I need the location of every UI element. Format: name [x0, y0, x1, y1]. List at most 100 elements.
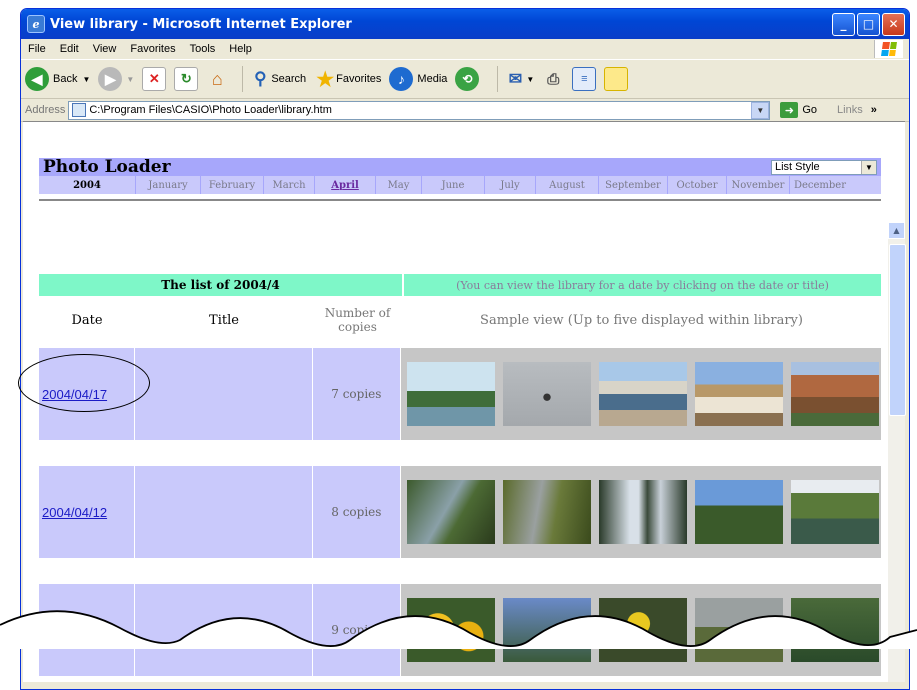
toolbar-separator [497, 66, 499, 92]
minimize-button[interactable]: _ [832, 12, 855, 36]
mail-dropdown-icon[interactable]: ▼ [526, 75, 534, 84]
thumbnail-image[interactable] [695, 480, 783, 544]
thumbnail-image[interactable] [791, 362, 879, 426]
refresh-button[interactable]: ↻ [174, 67, 199, 91]
address-label: Address [25, 104, 66, 116]
month-november[interactable]: November [727, 176, 790, 194]
thumbnail-image[interactable] [503, 480, 591, 544]
history-icon: ⟲ [455, 67, 480, 91]
back-dropdown-icon[interactable]: ▼ [82, 75, 90, 84]
scroll-up-icon[interactable]: ▲ [888, 222, 905, 239]
menu-help[interactable]: Help [222, 43, 259, 55]
list-note: (You can view the library for a date by … [404, 274, 881, 296]
edit-button[interactable]: ≡ [572, 67, 597, 91]
month-april[interactable]: April [315, 176, 376, 194]
media-label: Media [417, 73, 448, 85]
thumbnail-image[interactable] [503, 362, 591, 426]
month-september[interactable]: September [599, 176, 668, 194]
history-button[interactable]: ⟲ [455, 67, 483, 91]
sample-thumbnails [401, 584, 881, 676]
stop-button[interactable]: ✕ [142, 67, 167, 91]
month-october[interactable]: October [668, 176, 727, 194]
chevron-down-icon: ▼ [861, 160, 876, 174]
date-link[interactable]: 2004/04/09 [42, 623, 107, 638]
close-button[interactable]: ✕ [882, 12, 905, 36]
go-button[interactable]: Go [802, 104, 817, 116]
chevron-right-icon[interactable]: » [871, 104, 877, 116]
month-may[interactable]: May [376, 176, 422, 194]
view-style-value: List Style [775, 161, 820, 173]
mail-button[interactable]: ✉ ▼ [504, 68, 535, 90]
month-december[interactable]: December [790, 176, 850, 194]
address-dropdown-icon[interactable]: ▼ [751, 101, 770, 119]
title-cell[interactable] [135, 348, 312, 440]
col-sample: Sample view (Up to five displayed within… [480, 312, 803, 328]
page-icon [72, 103, 87, 117]
links-button[interactable]: Links [837, 104, 863, 116]
home-button[interactable]: ⌂ [206, 68, 228, 90]
date-link[interactable]: 2004/04/12 [42, 505, 107, 520]
column-headers: Date Title Number of copies Sample view … [39, 298, 881, 342]
copies-count: 9 copies [312, 584, 400, 676]
title-cell[interactable] [135, 584, 312, 676]
windows-logo-icon [874, 40, 903, 58]
vertical-scrollbar[interactable]: ▲ [888, 222, 906, 682]
copies-count: 7 copies [312, 348, 400, 440]
forward-button[interactable]: ▶ ▼ [98, 67, 134, 91]
back-label: Back [53, 73, 78, 85]
address-url: C:\Program Files\CASIO\Photo Loader\libr… [89, 104, 332, 116]
thumbnail-image[interactable] [599, 362, 687, 426]
refresh-icon: ↻ [174, 67, 199, 91]
thumbnail-image[interactable] [503, 598, 591, 662]
menu-tools[interactable]: Tools [183, 43, 223, 55]
copies-count: 8 copies [312, 466, 400, 558]
month-february[interactable]: February [201, 176, 264, 194]
header-divider [39, 199, 881, 201]
table-row: 2004/04/12 8 copies [39, 466, 881, 558]
month-nav: 2004 January February March April May Ju… [39, 176, 881, 194]
menu-edit[interactable]: Edit [53, 43, 86, 55]
thumbnail-image[interactable] [407, 362, 495, 426]
thumbnail-image[interactable] [695, 598, 783, 662]
home-icon: ⌂ [211, 68, 223, 89]
toolbar-separator [242, 66, 244, 92]
menu-view[interactable]: View [86, 43, 124, 55]
toolbar: ◀ Back ▼ ▶ ▼ ✕ ↻ ⌂ ⚲ Search ★ Favorites … [21, 60, 909, 99]
date-link[interactable]: 2004/04/17 [42, 387, 107, 402]
media-button[interactable]: ♪ Media [389, 67, 447, 91]
title-cell[interactable] [135, 466, 312, 558]
go-arrow-icon[interactable]: ➜ [780, 102, 799, 118]
menu-favorites[interactable]: Favorites [123, 43, 182, 55]
thumbnail-image[interactable] [599, 480, 687, 544]
month-march[interactable]: March [264, 176, 315, 194]
favorites-label: Favorites [336, 73, 382, 85]
address-input[interactable]: C:\Program Files\CASIO\Photo Loader\libr… [68, 100, 771, 120]
ie-icon: e [27, 15, 45, 33]
month-january[interactable]: January [136, 176, 201, 194]
table-row: 2004/04/17 7 copies [39, 348, 881, 440]
month-july[interactable]: July [485, 176, 536, 194]
month-june[interactable]: June [422, 176, 485, 194]
maximize-button[interactable]: □ [857, 12, 880, 36]
favorites-button[interactable]: ★ Favorites [314, 68, 382, 91]
list-title: The list of 2004/4 [39, 274, 402, 296]
thumbnail-image[interactable] [407, 480, 495, 544]
thumbnail-image[interactable] [791, 598, 879, 662]
discuss-button[interactable] [604, 67, 629, 91]
back-button[interactable]: ◀ Back ▼ [25, 67, 90, 91]
print-button[interactable]: ⎙ [542, 68, 564, 90]
menu-file[interactable]: File [21, 43, 53, 55]
page-header: Photo Loader List Style ▼ 2004 January F… [39, 157, 881, 194]
forward-arrow-icon: ▶ [98, 67, 123, 91]
browser-window: e View library - Microsoft Internet Expl… [20, 8, 910, 690]
col-date: Date [71, 312, 103, 328]
forward-dropdown-icon[interactable]: ▼ [126, 75, 134, 84]
thumbnail-image[interactable] [407, 598, 495, 662]
month-august[interactable]: August [536, 176, 599, 194]
thumbnail-image[interactable] [599, 598, 687, 662]
view-style-select[interactable]: List Style ▼ [771, 159, 877, 175]
scroll-thumb[interactable] [889, 244, 906, 416]
search-button[interactable]: ⚲ Search [249, 68, 306, 90]
thumbnail-image[interactable] [695, 362, 783, 426]
thumbnail-image[interactable] [791, 480, 879, 544]
